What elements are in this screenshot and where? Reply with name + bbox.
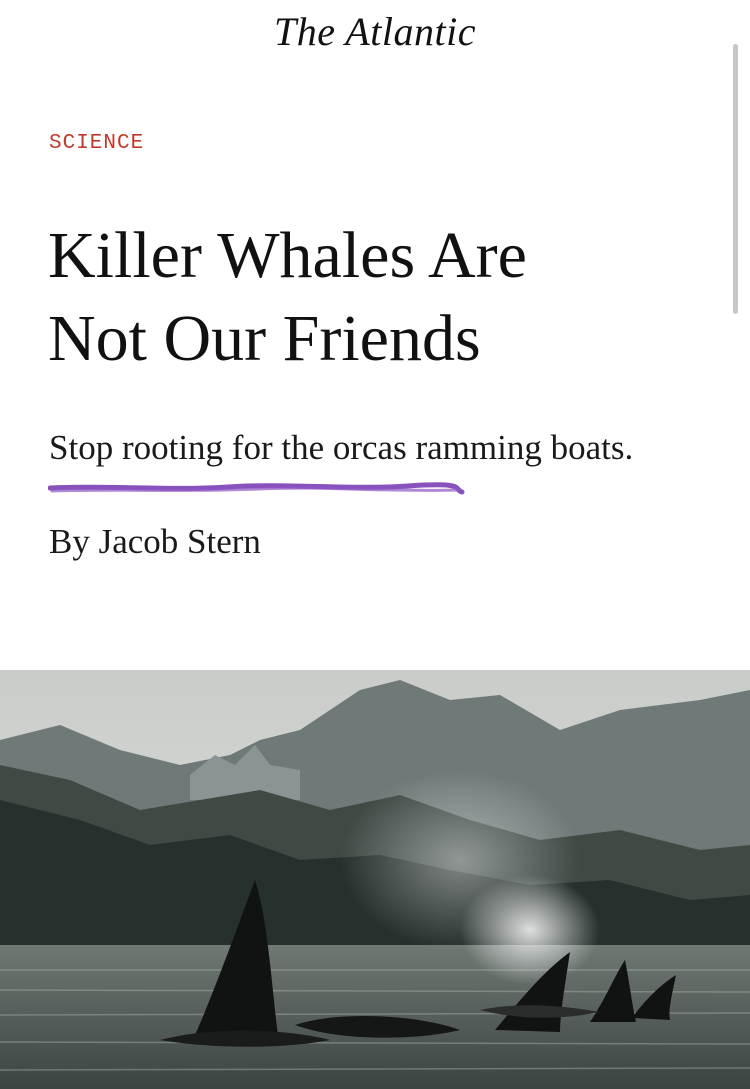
- headline-line-1: Killer Whales Are: [48, 219, 527, 292]
- hero-image: [0, 670, 750, 1089]
- orcas-photo-icon: [0, 670, 750, 1089]
- article-byline[interactable]: By Jacob Stern: [49, 522, 261, 562]
- headline-line-2: Not Our Friends: [48, 302, 481, 375]
- scrollbar[interactable]: [733, 44, 738, 314]
- section-label[interactable]: SCIENCE: [49, 132, 144, 155]
- article-dek: Stop rooting for the orcas ramming boats…: [49, 428, 634, 467]
- purple-underline-annotation: [48, 482, 465, 495]
- article-headline: Killer Whales Are Not Our Friends: [48, 214, 688, 380]
- masthead-logo[interactable]: The Atlantic: [0, 8, 750, 55]
